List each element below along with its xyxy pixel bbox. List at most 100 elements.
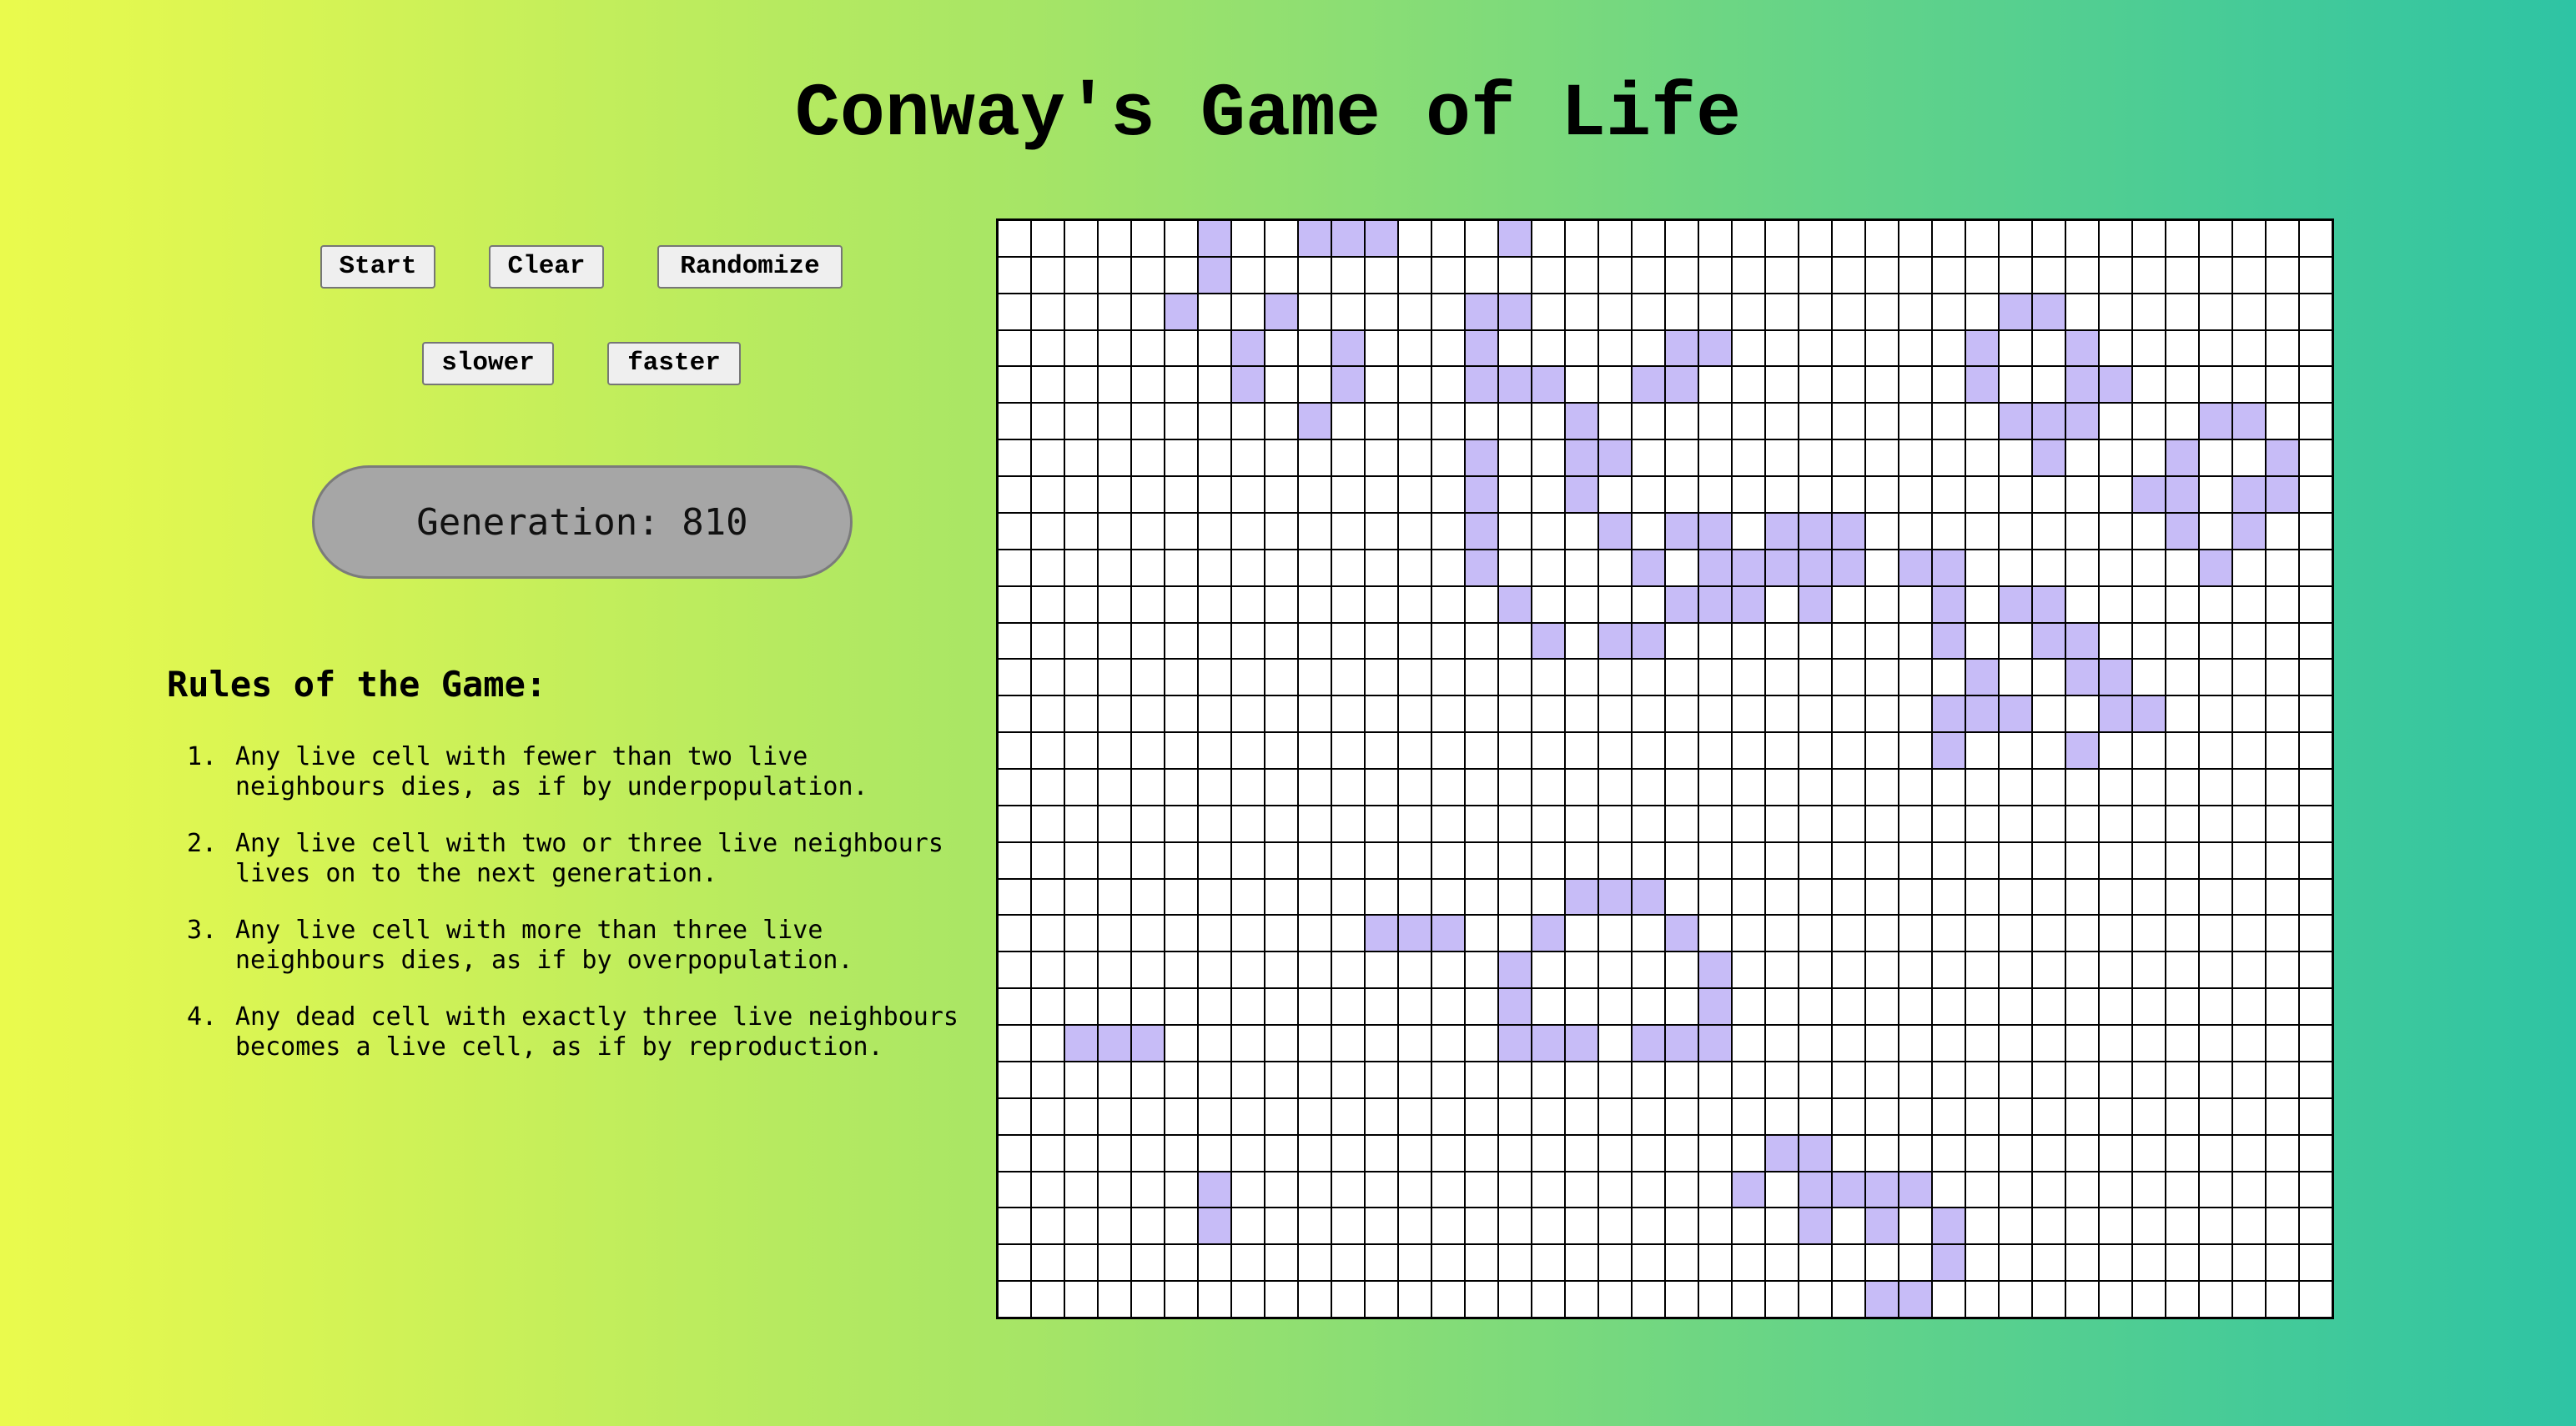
board-cell[interactable] [2232, 952, 2266, 989]
board-cell[interactable] [2299, 1281, 2332, 1318]
board-cell[interactable] [2232, 841, 2266, 879]
board-cell[interactable] [1732, 841, 1765, 879]
board-cell[interactable] [1765, 622, 1799, 660]
board-cell[interactable] [1932, 403, 1965, 440]
board-cell[interactable] [1865, 1097, 1899, 1135]
board-cell-alive[interactable] [1298, 403, 1331, 440]
board-cell[interactable] [1932, 878, 1965, 916]
board-cell[interactable] [1899, 1244, 1932, 1282]
board-cell[interactable] [2099, 220, 2132, 257]
board-cell[interactable] [1598, 585, 1632, 623]
board-cell[interactable] [1765, 988, 1799, 1026]
board-cell[interactable] [1632, 805, 1665, 842]
board-cell[interactable] [1298, 1244, 1331, 1282]
board-cell[interactable] [1832, 622, 1865, 660]
board-cell[interactable] [2199, 512, 2232, 550]
board-cell[interactable] [1698, 403, 1732, 440]
board-cell[interactable] [1665, 476, 1698, 513]
board-cell[interactable] [1965, 878, 1999, 916]
board-cell[interactable] [1732, 293, 1765, 330]
board-cell[interactable] [1832, 878, 1865, 916]
board-cell[interactable] [1765, 1171, 1799, 1208]
board-cell-alive[interactable] [2232, 512, 2266, 550]
board-cell[interactable] [1365, 1208, 1398, 1245]
board-cell[interactable] [2232, 1061, 2266, 1098]
board-cell[interactable] [1865, 439, 1899, 477]
board-cell[interactable] [1732, 805, 1765, 842]
board-cell[interactable] [1331, 988, 1365, 1026]
board-cell[interactable] [1231, 732, 1265, 769]
board-cell[interactable] [1598, 988, 1632, 1026]
board-cell[interactable] [1899, 585, 1932, 623]
board-cell[interactable] [1465, 805, 1498, 842]
board-cell[interactable] [2299, 915, 2332, 952]
board-cell[interactable] [1532, 1208, 1565, 1245]
board-cell[interactable] [1932, 512, 1965, 550]
board-cell-alive[interactable] [1598, 512, 1632, 550]
board-cell[interactable] [1865, 659, 1899, 696]
board-cell[interactable] [1865, 878, 1899, 916]
board-cell[interactable] [1231, 1281, 1265, 1318]
board-cell[interactable] [1298, 1134, 1331, 1172]
board-cell-alive[interactable] [1799, 585, 1832, 623]
board-cell[interactable] [998, 549, 1031, 586]
board-cell[interactable] [1498, 622, 1532, 660]
board-cell[interactable] [1965, 768, 1999, 806]
board-cell[interactable] [2232, 915, 2266, 952]
board-cell[interactable] [1131, 1134, 1165, 1172]
board-cell-alive[interactable] [1465, 366, 1498, 404]
board-cell[interactable] [1198, 439, 1231, 477]
board-cell[interactable] [1832, 695, 1865, 733]
board-cell[interactable] [2132, 805, 2166, 842]
board-cell[interactable] [2299, 1208, 2332, 1245]
board-cell[interactable] [1231, 1025, 1265, 1062]
board-cell-alive[interactable] [2266, 439, 2299, 477]
board-cell[interactable] [1999, 439, 2032, 477]
board-cell[interactable] [1865, 1134, 1899, 1172]
board-cell[interactable] [1031, 805, 1064, 842]
board-cell[interactable] [1532, 988, 1565, 1026]
board-cell-alive[interactable] [1265, 293, 1298, 330]
board-cell[interactable] [1298, 1171, 1331, 1208]
board-cell[interactable] [1365, 293, 1398, 330]
board-cell[interactable] [1031, 403, 1064, 440]
board-cell[interactable] [2065, 293, 2099, 330]
board-cell[interactable] [1131, 805, 1165, 842]
board-cell[interactable] [2166, 293, 2199, 330]
board-cell-alive[interactable] [1565, 878, 1598, 916]
board-cell[interactable] [2032, 988, 2065, 1026]
board-cell[interactable] [1532, 841, 1565, 879]
board-cell[interactable] [1865, 403, 1899, 440]
board-cell[interactable] [1365, 1281, 1398, 1318]
board-cell[interactable] [2132, 329, 2166, 367]
board-cell[interactable] [1999, 952, 2032, 989]
board-cell[interactable] [1799, 329, 1832, 367]
board-cell[interactable] [2132, 1171, 2166, 1208]
board-cell[interactable] [998, 293, 1031, 330]
board-cell[interactable] [2132, 1208, 2166, 1245]
board-cell[interactable] [2266, 878, 2299, 916]
board-cell[interactable] [1098, 878, 1131, 916]
board-cell[interactable] [1932, 293, 1965, 330]
board-cell[interactable] [1999, 256, 2032, 294]
board-cell[interactable] [1932, 476, 1965, 513]
board-cell[interactable] [1532, 256, 1565, 294]
board-cell[interactable] [1932, 952, 1965, 989]
board-cell[interactable] [1198, 768, 1231, 806]
board-cell[interactable] [1732, 1097, 1765, 1135]
board-cell[interactable] [1832, 366, 1865, 404]
board-cell[interactable] [2065, 1208, 2099, 1245]
board-cell[interactable] [1899, 732, 1932, 769]
board-cell[interactable] [1131, 695, 1165, 733]
board-cell[interactable] [1098, 366, 1131, 404]
board-cell[interactable] [2266, 622, 2299, 660]
board-cell[interactable] [1365, 1097, 1398, 1135]
board-cell[interactable] [2132, 659, 2166, 696]
board-cell[interactable] [1064, 695, 1098, 733]
board-cell[interactable] [2099, 403, 2132, 440]
board-cell[interactable] [2166, 732, 2199, 769]
board-cell[interactable] [2132, 732, 2166, 769]
board-cell[interactable] [1832, 1097, 1865, 1135]
board-cell[interactable] [2132, 439, 2166, 477]
board-cell[interactable] [1498, 878, 1532, 916]
